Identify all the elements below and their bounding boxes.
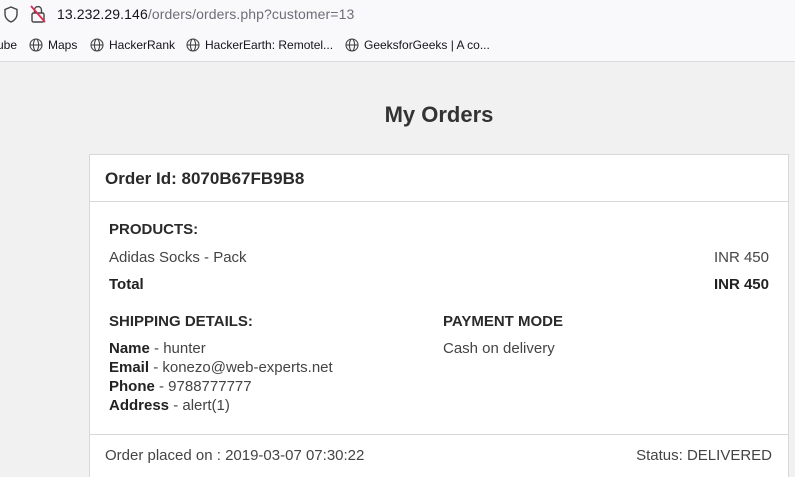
bookmark-label: HackerRank (109, 38, 176, 52)
products-heading: PRODUCTS: (109, 221, 199, 238)
url-path: /orders/orders.php?customer=13 (147, 6, 355, 22)
order-card-footer: Order placed on : 2019-03-07 07:30:22 St… (90, 434, 788, 477)
globe-icon (345, 38, 359, 52)
order-card-header: Order Id: 8070B67FB9B8 (90, 155, 788, 202)
phone-value: - 9788777777 (154, 378, 252, 395)
shipping-name: Name - hunter (109, 340, 206, 357)
order-placed-on: Order placed on : 2019-03-07 07:30:22 (105, 447, 365, 464)
address-value: - alert(1) (169, 397, 230, 414)
globe-icon (186, 38, 200, 52)
total-value: INR 450 (713, 276, 769, 293)
product-name: Adidas Socks - Pack (109, 249, 247, 266)
shipping-heading: SHIPPING DETAILS: (109, 313, 253, 330)
bookmark-maps[interactable]: Maps (29, 38, 77, 52)
shipping-address: Address - alert(1) (109, 397, 230, 414)
name-label: Name (109, 340, 150, 357)
bookmarks-toolbar: ube Maps HackerRank HackerEarth: Remotel… (0, 29, 795, 62)
email-label: Email (109, 359, 150, 376)
name-value: - hunter (149, 340, 206, 357)
bookmark-label: Maps (48, 38, 78, 52)
bookmark-hackerrank[interactable]: HackerRank (90, 38, 175, 52)
total-label: Total (109, 276, 144, 293)
bookmark-label: HackerEarth: Remotel... (205, 38, 334, 52)
shipping-email: Email - konezo@web-experts.net (109, 359, 333, 376)
url-host: 13.232.29.146 (57, 6, 148, 22)
order-card: Order Id: 8070B67FB9B8 PRODUCTS: Adidas … (89, 154, 789, 477)
product-price: INR 450 (713, 249, 769, 266)
bookmark-geeksforgeeks[interactable]: GeeksforGeeks | A co... (345, 38, 490, 52)
bookmark-label: GeeksforGeeks | A co... (364, 38, 490, 52)
email-value: - konezo@web-experts.net (149, 359, 333, 376)
order-status: Status: DELIVERED (636, 447, 772, 464)
order-id: Order Id: 8070B67FB9B8 (105, 169, 305, 188)
bookmark-hackerearth[interactable]: HackerEarth: Remotel... (186, 38, 333, 52)
page-title: My Orders (384, 102, 494, 127)
address-bar[interactable]: 13.232.29.146/orders/orders.php?customer… (0, 0, 795, 29)
phone-label: Phone (109, 378, 155, 395)
shipping-phone: Phone - 9788777777 (109, 378, 252, 395)
address-label: Address (109, 397, 170, 414)
payment-heading: PAYMENT MODE (443, 313, 564, 330)
globe-icon (29, 38, 43, 52)
insecure-lock-icon[interactable] (30, 5, 46, 23)
bookmark-youtube[interactable]: ube (0, 38, 17, 52)
shield-icon[interactable] (4, 6, 18, 23)
url-text[interactable]: 13.232.29.146/orders/orders.php?customer… (57, 6, 354, 22)
payment-mode: Cash on delivery (443, 340, 555, 357)
globe-icon (90, 38, 104, 52)
bookmark-label: ube (0, 38, 18, 52)
